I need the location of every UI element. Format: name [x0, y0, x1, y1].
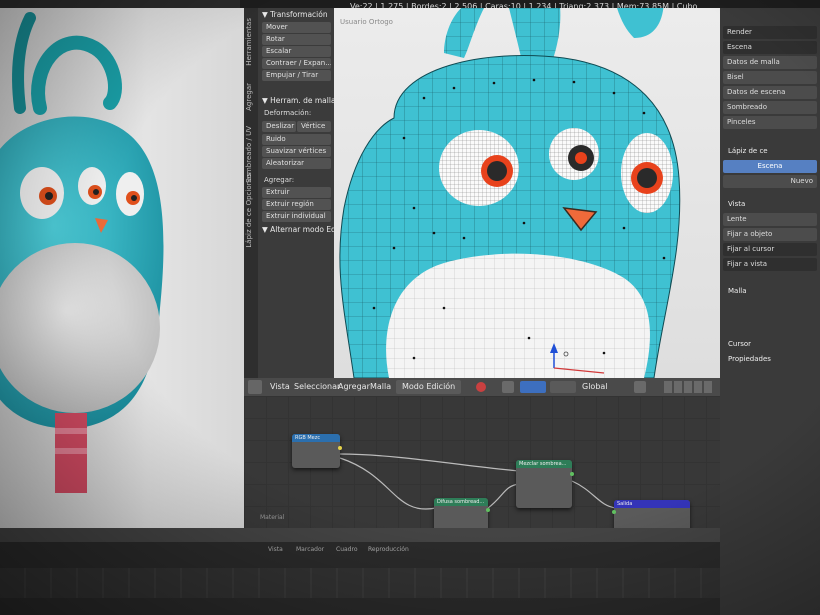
prop-row-render[interactable]: Render [723, 26, 817, 39]
transform-icons[interactable] [550, 381, 576, 393]
timeline-ruler[interactable] [0, 568, 720, 598]
scene-toggle-button[interactable]: Escena [723, 160, 817, 173]
transform-orientation[interactable]: Global [582, 378, 608, 396]
manipulator-icon[interactable] [520, 381, 546, 393]
lock-to-cursor-field[interactable]: Fijar al cursor [723, 243, 817, 256]
pivot-icon[interactable] [502, 381, 514, 393]
node-mix-title: Mezclar sombrea... [516, 460, 572, 468]
blender-screen: Ve:22 | 1.275 | Bordes:2 | 2.506 | Caras… [0, 0, 820, 615]
viewport-header: Vista Seleccionar Agregar Malla Modo Edi… [244, 378, 720, 396]
deform-label: Deformación: [264, 109, 312, 117]
prop-row-mesh-data[interactable]: Datos de malla [723, 56, 817, 69]
socket[interactable] [338, 446, 342, 450]
extrude-region-button[interactable]: Extruir región [262, 199, 331, 210]
noise-button[interactable]: Ruido [262, 134, 331, 145]
lens-field[interactable]: Lente [723, 213, 817, 226]
prop-row-scene-data[interactable]: Datos de escena [723, 86, 817, 99]
tab-create[interactable]: Agregar [245, 83, 257, 111]
prop-row-bevel[interactable]: Bisel [723, 71, 817, 84]
toggle-edit-mode-header[interactable]: ▼ Alternar modo Edición [259, 223, 334, 236]
node-diffuse-title: Difusa sombread... [434, 498, 488, 506]
lock-to-view-field[interactable]: Fijar a vista [723, 258, 817, 271]
tool-shelf: Herramientas Agregar Sombreado / UV Opci… [244, 8, 334, 378]
vertex-button[interactable]: Vértice [297, 121, 331, 132]
timeline[interactable]: Vista Marcador Cuadro Reproducción [0, 528, 720, 615]
render-preview [0, 8, 244, 528]
new-button[interactable]: Nuevo [723, 175, 817, 188]
node-rgb[interactable]: RGB Mezc [292, 434, 342, 468]
rendered-character-image [0, 12, 164, 493]
mode-selector[interactable]: Modo Edición [396, 380, 462, 394]
translate-button[interactable]: Mover [262, 22, 331, 33]
3d-viewport[interactable]: Usuario Ortogo [334, 8, 734, 378]
shrink-fatten-button[interactable]: Contraer / Expan... [262, 58, 331, 69]
node-output-title: Salida [614, 500, 690, 508]
extrude-individual-button[interactable]: Extruir individual [262, 211, 331, 222]
lock-to-object-field[interactable]: Fijar a objeto [723, 228, 817, 241]
socket[interactable] [570, 472, 574, 476]
mesh-character [339, 8, 681, 378]
timeline-marker-menu[interactable]: Marcador [296, 546, 324, 553]
layers-grid[interactable] [664, 381, 714, 393]
view-panel-header[interactable]: Vista [720, 198, 820, 211]
prop-row-brushes[interactable]: Pinceles [723, 116, 817, 129]
properties-panel: Render Escena Datos de malla Bisel Datos… [720, 8, 820, 615]
slide-button[interactable]: Deslizar [262, 121, 296, 132]
prop-row-shading[interactable]: Sombreado [723, 101, 817, 114]
node-rgb-title: RGB Mezc [292, 434, 340, 442]
menu-select[interactable]: Seleccionar [294, 378, 340, 396]
menu-view[interactable]: Vista [270, 378, 290, 396]
tab-tools[interactable]: Herramientas [245, 18, 257, 66]
timeline-view-menu[interactable]: Vista [268, 546, 283, 553]
add-label: Agregar: [264, 176, 295, 184]
scale-button[interactable]: Escalar [262, 46, 331, 57]
mesh-panel-header[interactable]: Malla [720, 285, 820, 298]
tab-grease-pencil[interactable]: Lápiz de ce [245, 208, 257, 248]
socket[interactable] [612, 510, 616, 514]
editor-type-icon[interactable] [248, 380, 262, 394]
node-editor[interactable]: RGB Mezc Mezclar sombrea... Difusa sombr… [244, 396, 720, 536]
layer-icon[interactable] [634, 381, 646, 393]
menu-mesh[interactable]: Malla [370, 378, 391, 396]
transform-panel-header[interactable]: ▼ Transformación [259, 8, 334, 21]
mode-label: Modo Edición [402, 382, 456, 391]
tab-options[interactable]: Opciones [245, 173, 257, 205]
timeline-menu: Vista Marcador Cuadro Reproducción [0, 546, 720, 556]
prop-row-scene[interactable]: Escena [723, 41, 817, 54]
cursor-panel-header[interactable]: Cursor [720, 338, 820, 351]
shading-icon[interactable] [476, 382, 486, 392]
node-editor-label: Material [260, 514, 285, 521]
timeline-playback-menu[interactable]: Reproducción [368, 546, 409, 553]
smooth-vertices-button[interactable]: Suavizar vértices [262, 146, 331, 157]
grease-pencil-header[interactable]: Lápiz de ce [720, 145, 820, 158]
menu-add[interactable]: Agregar [338, 378, 370, 396]
randomize-button[interactable]: Aleatorizar [262, 158, 331, 169]
rotate-button[interactable]: Rotar [262, 34, 331, 45]
mesh-tools-panel-header[interactable]: ▼ Herram. de malla [259, 94, 334, 107]
push-pull-button[interactable]: Empujar / Tirar [262, 70, 331, 81]
tool-shelf-tabs: Herramientas Agregar Sombreado / UV Opci… [244, 8, 258, 378]
extrude-button[interactable]: Extruir [262, 187, 331, 198]
socket[interactable] [486, 508, 490, 512]
timeline-frame-menu[interactable]: Cuadro [336, 546, 357, 553]
properties-panel-header[interactable]: Propiedades [720, 353, 820, 366]
node-mix-shader[interactable]: Mezclar sombrea... [516, 460, 574, 508]
